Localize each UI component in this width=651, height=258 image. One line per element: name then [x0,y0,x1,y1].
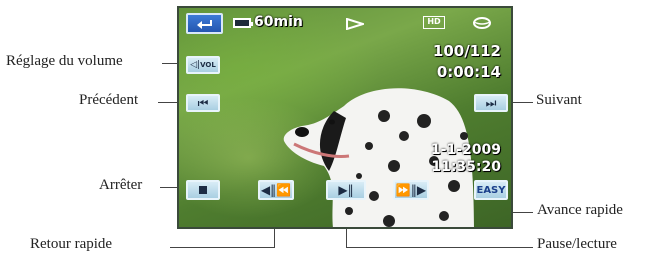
rewind-button[interactable]: ◀‖⏪ [258,180,294,200]
play-status-icon [346,18,364,30]
stop-button[interactable] [186,180,220,200]
return-arrow-icon [196,19,212,29]
callout-fast-forward: Avance rapide [537,202,623,218]
next-button[interactable]: ⏭ [474,94,508,112]
callout-previous: Précédent [79,92,139,108]
fast-forward-icon: ⏩‖▶ [395,183,427,197]
battery-icon [233,18,253,28]
speaker-icon: ◁| [190,59,201,70]
vol-label: VOL [200,61,216,69]
previous-button[interactable]: ⏮ [186,94,220,112]
recording-time: 11:35:20 [431,159,501,175]
callout-volume: Réglage du volume [6,53,123,69]
hd-quality-icon: HD [423,16,445,29]
callout-stop: Arrêter [99,177,143,193]
callout-next: Suivant [536,92,582,108]
skip-next-icon: ⏭ [485,96,497,110]
disc-icon [473,17,491,29]
battery-time: 60min [254,14,303,30]
play-pause-button[interactable]: ▶‖ [326,180,366,200]
recording-date: 1-1-2009 [430,142,501,158]
easy-label: EASY [476,184,506,196]
play-pause-icon: ▶‖ [338,183,354,197]
callout-play-pause: Pause/lecture [537,236,617,252]
elapsed-time: 0:00:14 [436,63,501,81]
volume-button[interactable]: ◁| VOL [186,56,220,74]
stop-icon [199,186,207,194]
rewind-icon: ◀‖⏪ [260,183,292,197]
leader-rewind-h [170,247,274,248]
fast-forward-button[interactable]: ⏩‖▶ [393,180,429,200]
return-button[interactable] [186,13,223,34]
skip-previous-icon: ⏮ [197,96,209,110]
callout-rewind: Retour rapide [30,236,113,252]
file-counter: 100/112 [432,42,501,60]
lcd-screen: 60min HD 100/112 0:00:14 ◁| VOL ⏮ ⏭ 1-1-… [177,6,513,229]
easy-button[interactable]: EASY [474,180,508,200]
leader-play-h [346,247,533,248]
